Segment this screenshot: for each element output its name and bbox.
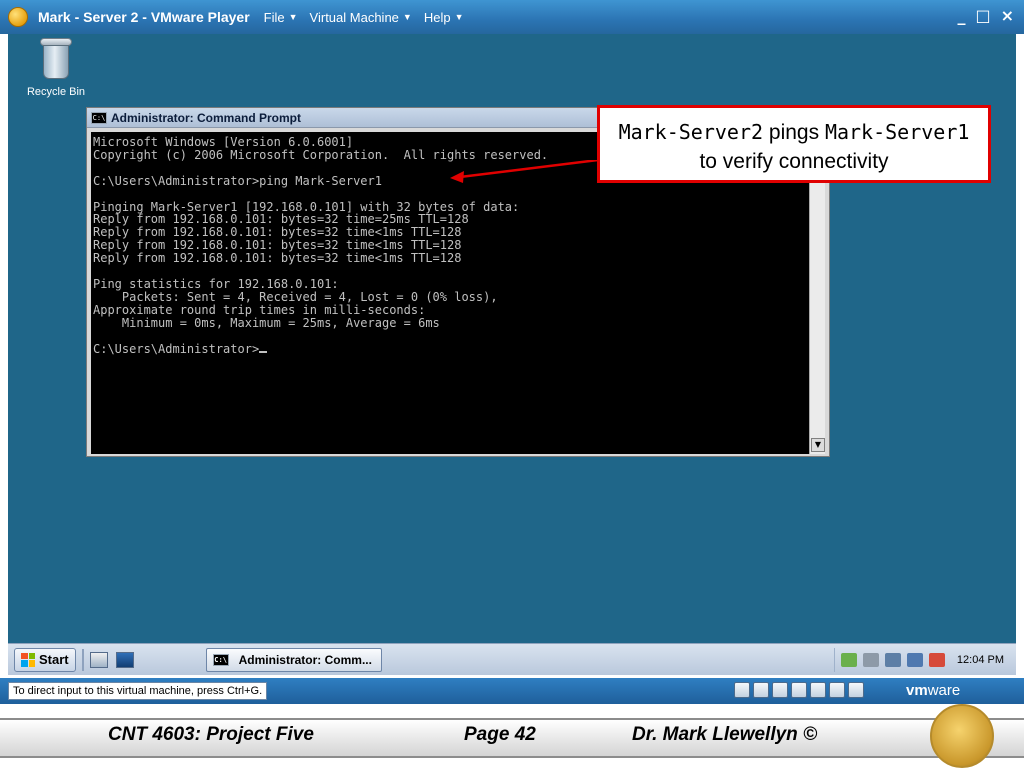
hard-disk-icon[interactable]	[734, 682, 750, 698]
taskbar-separator	[81, 648, 84, 671]
scroll-down-button[interactable]: ▼	[811, 438, 825, 452]
connection-icon[interactable]	[906, 653, 923, 667]
menu-virtual-machine[interactable]: Virtual Machine ▼	[310, 10, 412, 25]
callout-rest: to verify connectivity	[699, 150, 889, 173]
footer-page: Page 42	[464, 724, 536, 745]
start-button[interactable]: Start	[14, 647, 76, 672]
menu-vm-label: Virtual Machine	[309, 9, 399, 25]
menu-help-label: Help	[423, 9, 451, 25]
callout-arrow	[450, 160, 599, 183]
callout-box: Mark-Server2 pings Mark-Server1 to verif…	[597, 105, 991, 183]
cmd-icon: C:\	[91, 111, 107, 124]
menu-file[interactable]: File ▼	[264, 10, 298, 25]
ucf-pegasus-logo	[930, 704, 994, 768]
chevron-down-icon: ▼	[402, 12, 412, 22]
menu-help[interactable]: Help ▼	[424, 10, 464, 25]
vmware-titlebar: Mark - Server 2 - VMware Player File ▼ Vi…	[0, 0, 1024, 34]
vmware-tools-icon[interactable]	[862, 653, 879, 667]
close-button[interactable]: ×	[1001, 6, 1014, 25]
recycle-bin-label: Recycle Bin	[26, 86, 86, 98]
floppy-icon[interactable]	[772, 682, 788, 698]
guest-taskbar: Start C:\ Administrator: Comm... 12:04 P…	[8, 643, 1016, 675]
system-tray: 12:04 PM	[833, 648, 1010, 672]
callout-server1: Mark-Server1	[824, 120, 970, 144]
sound-icon[interactable]	[829, 682, 845, 698]
cmd-icon: C:\	[212, 653, 229, 666]
text-cursor	[259, 343, 268, 353]
show-desktop-icon[interactable]	[115, 651, 134, 668]
callout-pings: pings	[763, 121, 825, 144]
network-icon[interactable]	[840, 653, 857, 667]
slide-footer: CNT 4603: Project Five Page 42 Dr. Mark …	[0, 704, 1024, 768]
footer-author: Dr. Mark Llewellyn ©	[632, 724, 818, 745]
usb-icon[interactable]	[810, 682, 826, 698]
volume-muted-icon[interactable]	[928, 653, 945, 667]
server-manager-icon[interactable]	[89, 651, 108, 668]
vmware-logo: vmware	[906, 682, 961, 699]
message-icon[interactable]	[848, 682, 864, 698]
taskbar-item-cmd[interactable]: C:\ Administrator: Comm...	[205, 647, 382, 672]
taskbar-item-label: Administrator: Comm...	[238, 652, 372, 667]
minimize-button[interactable]: _	[957, 6, 965, 25]
chevron-down-icon: ▼	[454, 12, 464, 22]
callout-server2: Mark-Server2	[618, 120, 764, 144]
network-adapter-icon[interactable]	[791, 682, 807, 698]
device-icons	[734, 682, 864, 698]
chevron-down-icon: ▼	[288, 12, 298, 22]
maximize-button[interactable]: □	[975, 6, 990, 25]
cmd-title: Administrator: Command Prompt	[111, 110, 302, 125]
vmware-app-icon	[8, 7, 28, 27]
windows-logo-icon	[21, 652, 35, 667]
clock[interactable]: 12:04 PM	[957, 654, 1004, 666]
menu-file-label: File	[263, 9, 285, 25]
footer-course: CNT 4603: Project Five	[108, 724, 314, 745]
recycle-bin[interactable]: Recycle Bin	[24, 36, 88, 98]
start-label: Start	[39, 652, 69, 667]
recycle-bin-icon	[39, 36, 73, 80]
vmware-statusbar: To direct input to this virtual machine,…	[0, 678, 1024, 704]
cd-drive-icon[interactable]	[753, 682, 769, 698]
monitor-icon[interactable]	[884, 653, 901, 667]
window-title: Mark - Server 2 - VMware Player	[38, 9, 250, 25]
status-message: To direct input to this virtual machine,…	[8, 682, 268, 700]
